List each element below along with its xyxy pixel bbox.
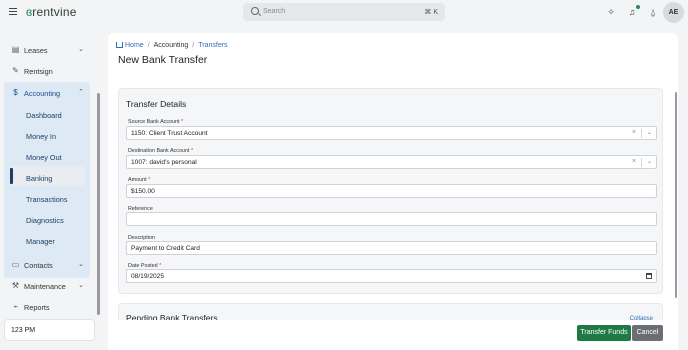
menu-icon[interactable] [9,8,17,15]
destination-account-value: 1007: david's personal [131,159,197,166]
main-scrollbar[interactable] [675,92,677,298]
transfer-funds-button[interactable]: Transfer Funds [577,325,631,341]
clear-icon[interactable]: × [632,158,636,165]
date-posted-value: 08/19/2025 [131,273,165,280]
source-account-value: 1150: Client Trust Account [131,130,208,137]
magic-wand-icon[interactable]: ✧ [605,6,617,18]
page-title: New Bank Transfer [118,54,208,66]
sidebar-item-label: Leases [24,46,48,55]
required-mark: * [190,148,194,154]
sidebar-item-label: Rentsign [24,67,53,76]
label-text: Destination Bank Account [128,148,190,154]
clear-icon[interactable]: × [632,129,636,136]
document-icon: ▤ [11,45,20,54]
top-bar: ɞrentvine Search ⌘ K ✧ ♫ ⍙ AE [0,0,688,25]
source-account-label: Source Bank Account * [128,119,183,125]
divider [641,129,642,138]
destination-account-select[interactable]: 1007: david's personal × ⌄ [126,155,657,169]
breadcrumb: Home / Accounting / Transfers [116,41,228,49]
cancel-button[interactable]: Cancel [632,325,663,341]
calendar-icon[interactable] [646,273,652,279]
date-posted-input[interactable]: 08/19/2025 [126,269,657,283]
label-text: Amount [128,177,147,183]
search-placeholder: Search [263,8,286,15]
reference-input[interactable] [126,212,657,226]
sidebar-item-label: Accounting [24,89,61,98]
sidebar-item-accounting[interactable]: $ Accounting ⌃ [4,83,90,102]
user-icon[interactable]: ⍙ [647,6,659,18]
home-icon [116,42,123,48]
label-text: Source Bank Account [128,119,180,125]
sidebar-subitem-dashboard[interactable]: Dashboard [26,111,62,120]
chevron-down-icon: ⌄ [78,261,84,268]
sidebar-item-label: Reports [24,303,50,312]
breadcrumb-separator: / [147,42,150,49]
sidebar: ▤ Leases ⌄ ✎ Rentsign $ Accounting ⌃ Das… [0,25,100,350]
notification-dot [636,5,640,9]
sidebar-item-label: Maintenance [24,282,66,291]
amount-input[interactable]: $150.00 [126,184,657,198]
transfer-details-card: Transfer Details Source Bank Account * 1… [118,88,663,294]
breadcrumb-transfers[interactable]: Transfers [198,42,227,49]
breadcrumb-home[interactable]: Home [125,42,144,49]
search-icon [251,7,259,15]
chevron-down-icon[interactable]: ⌄ [647,129,652,136]
sidebar-item-label: Contacts [24,261,53,270]
amount-value: $150.00 [131,188,155,195]
logo-text: rentvine [32,5,77,19]
breadcrumb-separator: / [192,42,195,49]
app-logo[interactable]: ɞrentvine [26,5,77,19]
sidebar-subitem-manager[interactable]: Manager [26,237,55,246]
chart-icon: ⌁ [13,302,18,311]
sidebar-subitem-banking[interactable]: Banking [26,174,52,183]
sidebar-item-maintenance[interactable]: ⚒ Maintenance ⌄ [4,276,90,295]
avatar[interactable]: AE [663,2,684,23]
amount-label: Amount * [128,177,150,183]
dollar-icon: $ [13,88,18,97]
sidebar-item-contacts[interactable]: ▭ Contacts ⌄ [4,255,90,274]
sidebar-item-leases[interactable]: ▤ Leases ⌄ [4,40,90,59]
time-text: 123 PM [11,327,36,334]
required-mark: * [148,177,151,183]
sidebar-subitem-money-in[interactable]: Money In [26,132,56,141]
breadcrumb-accounting[interactable]: Accounting [154,42,189,49]
chevron-up-icon: ⌃ [78,89,84,96]
search-bar[interactable]: Search ⌘ K [243,3,445,21]
sidebar-item-rentsign[interactable]: ✎ Rentsign [4,61,90,80]
destination-account-label: Destination Bank Account * [128,148,193,154]
chevron-down-icon: ⌄ [78,282,84,289]
sidebar-item-reports[interactable]: ⌁ Reports [4,297,90,316]
sidebar-subitem-diagnostics[interactable]: Diagnostics [26,216,64,225]
description-value: Payment to Credit Card [131,245,200,252]
sidebar-subitem-transactions[interactable]: Transactions [26,195,68,204]
description-input[interactable]: Payment to Credit Card [126,241,657,255]
chevron-down-icon[interactable]: ⌄ [647,158,652,165]
section-title: Transfer Details [126,99,187,109]
required-mark: * [181,119,184,125]
wrench-icon: ⚒ [11,281,20,290]
time-widget[interactable]: 123 PM [4,319,95,341]
sidebar-subitem-money-out[interactable]: Money Out [26,153,62,162]
chevron-down-icon: ⌄ [78,46,84,53]
source-account-select[interactable]: 1150: Client Trust Account × ⌄ [126,126,657,140]
address-book-icon: ▭ [11,260,20,269]
main-content: Home / Accounting / Transfers New Bank Trans… [108,33,678,350]
search-shortcut: ⌘ K [424,9,438,16]
sidebar-scrollbar[interactable] [97,93,100,315]
divider [641,158,642,167]
signature-icon: ✎ [12,66,19,75]
